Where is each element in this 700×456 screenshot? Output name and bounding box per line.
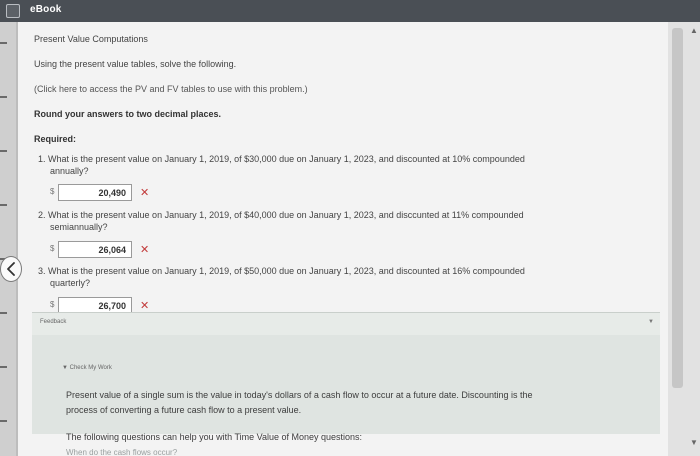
- currency-symbol: $: [50, 300, 55, 309]
- window-title-bar: eBook: [0, 0, 700, 22]
- scroll-up-icon[interactable]: ▲: [690, 26, 698, 35]
- currency-symbol: $: [50, 244, 55, 253]
- question-2-answer-input[interactable]: 26,064: [58, 241, 132, 258]
- chevron-left-icon: [7, 262, 15, 276]
- incorrect-x-icon: ✕: [140, 300, 150, 312]
- left-gutter: [0, 22, 18, 456]
- question-1-text-cont: annually?: [50, 166, 89, 176]
- incorrect-x-icon: ✕: [140, 244, 150, 256]
- question-3-text: 3. What is the present value on January …: [38, 266, 525, 276]
- feedback-label: Feedback: [40, 319, 67, 325]
- vertical-scrollbar[interactable]: ▲ ▼: [668, 22, 700, 456]
- question-1-answer-input[interactable]: 20,490: [58, 184, 132, 201]
- previous-question-button[interactable]: [0, 256, 22, 282]
- pv-fv-tables-link[interactable]: (Click here to access the PV and FV tabl…: [34, 83, 308, 95]
- chevron-down-icon[interactable]: ▼: [648, 319, 654, 325]
- ebook-app-icon: [6, 4, 20, 18]
- gutter-tick: [0, 366, 7, 368]
- problem-instruction: Using the present value tables, solve th…: [34, 59, 237, 69]
- feedback-paragraph-1-cont: process of converting a future cash flow…: [66, 405, 302, 415]
- check-my-work-toggle[interactable]: ▼ Check My Work: [62, 365, 112, 371]
- feedback-paragraph-1: Present value of a single sum is the val…: [66, 390, 533, 400]
- feedback-paragraph-3-partial: When do the cash flows occur?: [66, 448, 178, 456]
- gutter-tick: [0, 96, 7, 98]
- question-2-text: 2. What is the present value on January …: [38, 210, 524, 220]
- rounding-instruction: Round your answers to two decimal places…: [34, 109, 222, 119]
- gutter-tick: [0, 204, 7, 206]
- question-1-text: 1. What is the present value on January …: [38, 154, 525, 164]
- window-title: eBook: [30, 4, 62, 15]
- required-label: Required:: [34, 134, 77, 144]
- scroll-down-icon[interactable]: ▼: [690, 438, 698, 447]
- scrollbar-thumb[interactable]: [672, 28, 683, 388]
- feedback-paragraph-2: The following questions can help you wit…: [66, 432, 363, 442]
- gutter-tick: [0, 42, 7, 44]
- gutter-tick: [0, 420, 7, 422]
- question-2-text-cont: semiannually?: [50, 222, 108, 232]
- gutter-tick: [0, 150, 7, 152]
- gutter-tick: [0, 312, 7, 314]
- question-3-text-cont: quarterly?: [50, 278, 91, 288]
- feedback-header[interactable]: Feedback ▼: [32, 313, 660, 335]
- problem-title: Present Value Computations: [34, 34, 148, 44]
- currency-symbol: $: [50, 187, 55, 196]
- incorrect-x-icon: ✕: [140, 187, 150, 199]
